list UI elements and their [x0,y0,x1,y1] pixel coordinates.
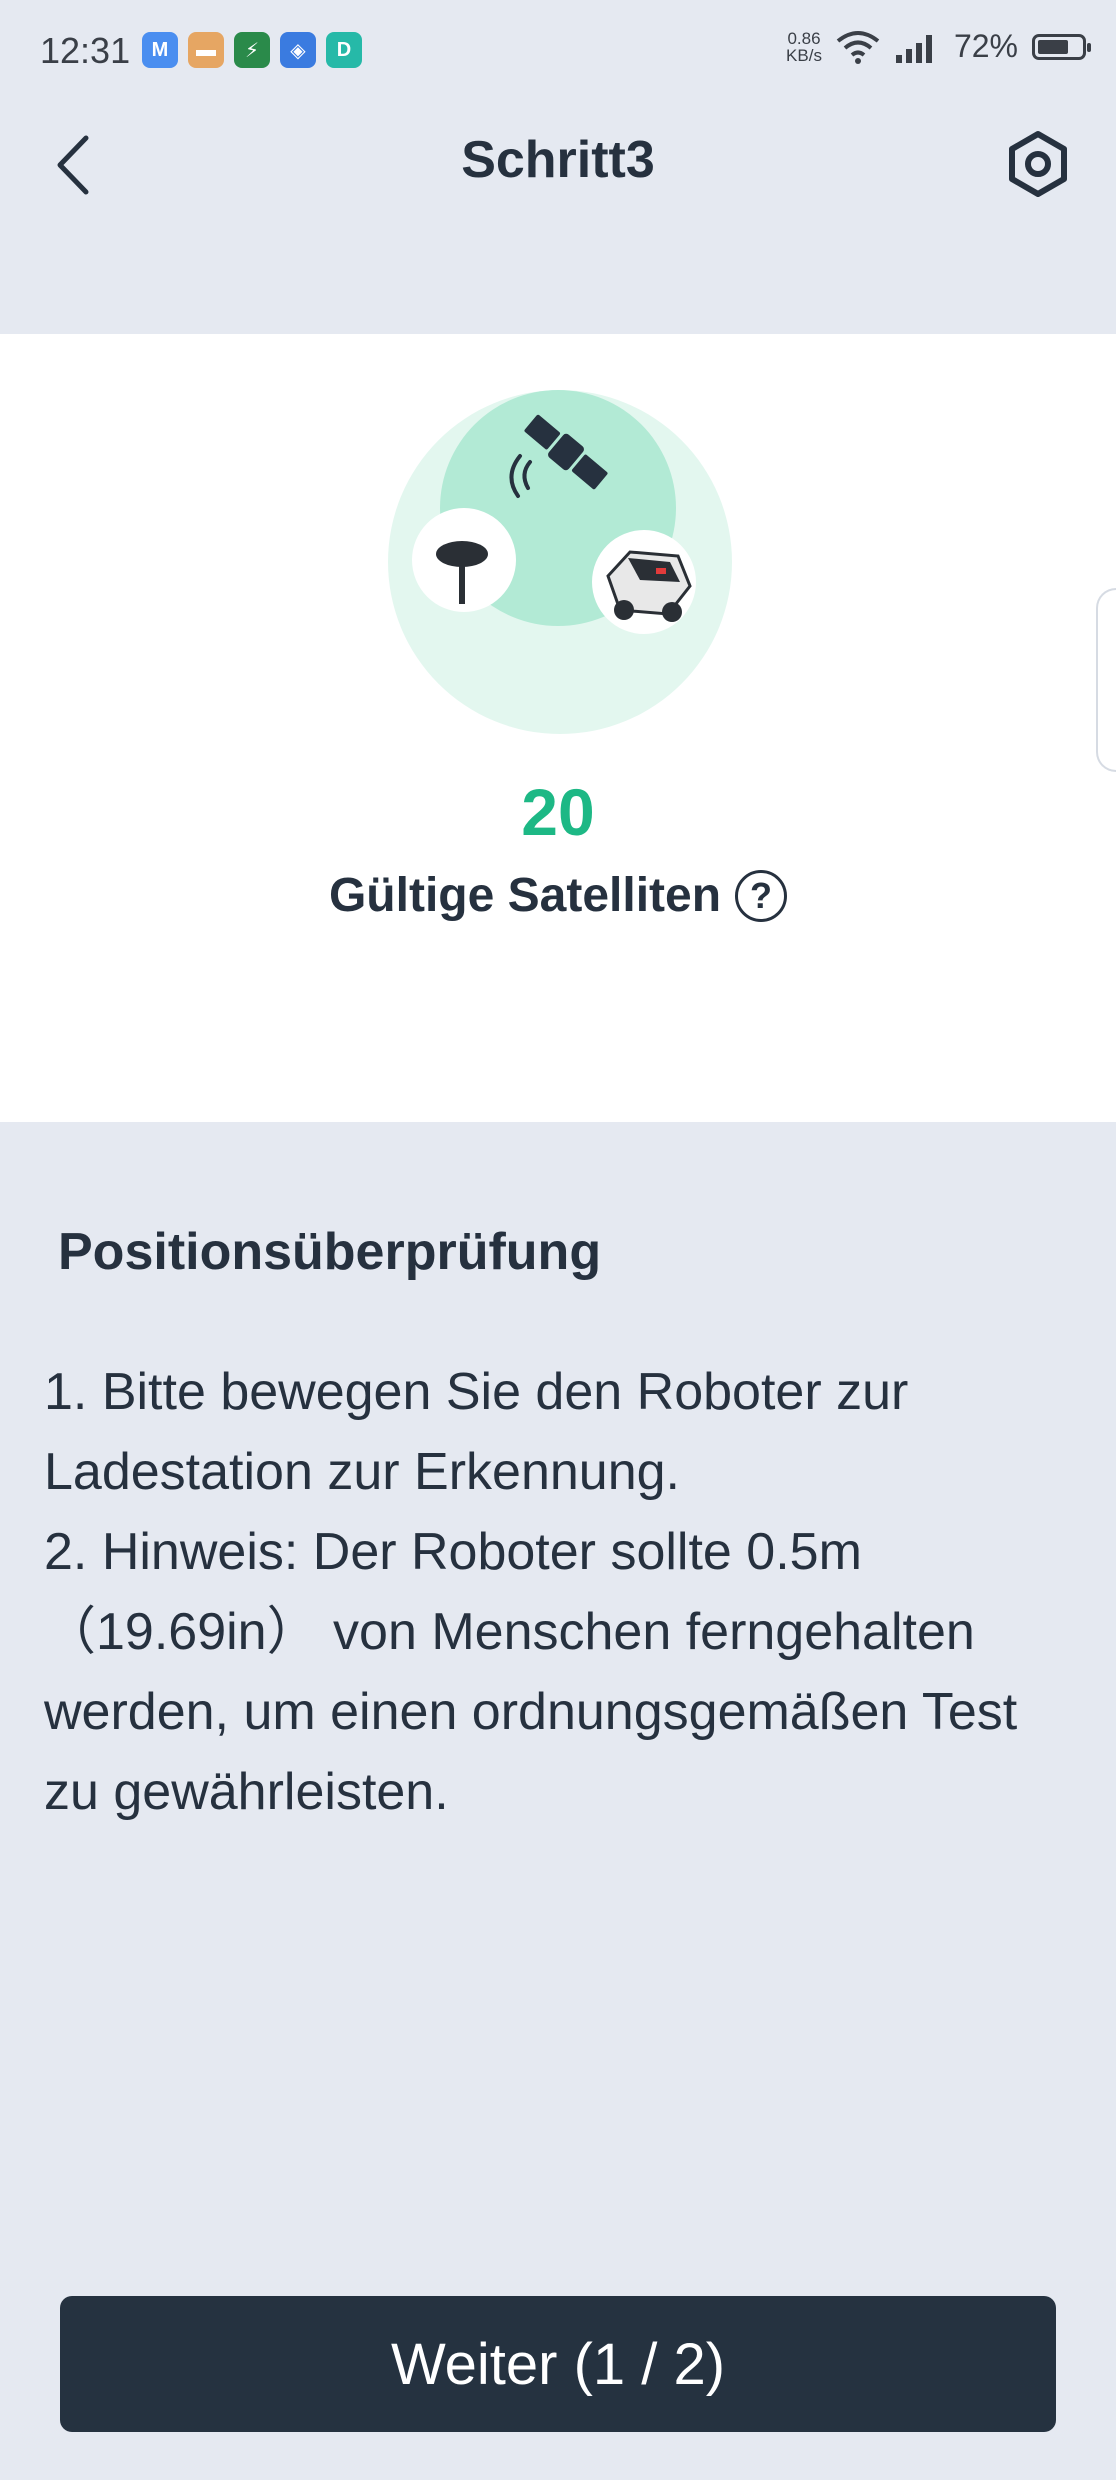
battery-level-fill [1038,39,1069,54]
wifi-icon [836,30,880,64]
battery-icon [1032,33,1091,60]
next-button[interactable]: Weiter (1 / 2) [60,2296,1056,2432]
battery-saver-icon: ⚡ [234,32,270,68]
page-title: Schritt3 [461,131,655,189]
instructions: 1. Bitte bewegen Sie den Roboter zur Lad… [44,1352,1074,1832]
mail-icon: M [142,32,178,68]
net-speed-value: 0.86 [787,28,821,48]
notification-icons: M ▬ ⚡ ◈ D [142,32,362,68]
status-bar: 12:31 M ▬ ⚡ ◈ D 0.86 KB/s 72% [0,0,1116,100]
net-speed-unit: KB/s [786,45,822,65]
box-icon: ▬ [188,32,224,68]
shield-icon: ◈ [280,32,316,68]
section-title: Positionsüberprüfung [58,1223,602,1281]
status-right: 0.86 KB/s 72% [786,28,1091,65]
battery-percent: 72% [953,28,1018,64]
instruction-item: 2. Hinweis: Der Roboter sollte 0.5m （19.… [44,1523,1018,1821]
instruction-item: 1. Bitte bewegen Sie den Roboter zur Lad… [44,1363,909,1501]
satellite-label-row: Gültige Satelliten ? [0,868,1116,923]
satellite-label: Gültige Satelliten [328,869,722,922]
help-icon[interactable]: ? [735,869,788,922]
d-app-icon: D [326,32,362,68]
header: Schritt3 [0,110,1116,220]
side-drawer-handle[interactable] [1096,588,1116,772]
net-speed: 0.86 KB/s [786,30,822,64]
satellite-illustration [388,390,732,734]
satellite-count: 20 [521,775,595,849]
gnss-antenna-icon [412,508,516,612]
signal-icon [895,34,932,63]
status-time: 12:31 [40,30,131,71]
satellite-card: 20 Gültige Satelliten ? [0,334,1116,1122]
robot-mower-icon [592,530,696,634]
settings-button[interactable] [1002,128,1074,200]
gear-icon [1009,131,1067,197]
